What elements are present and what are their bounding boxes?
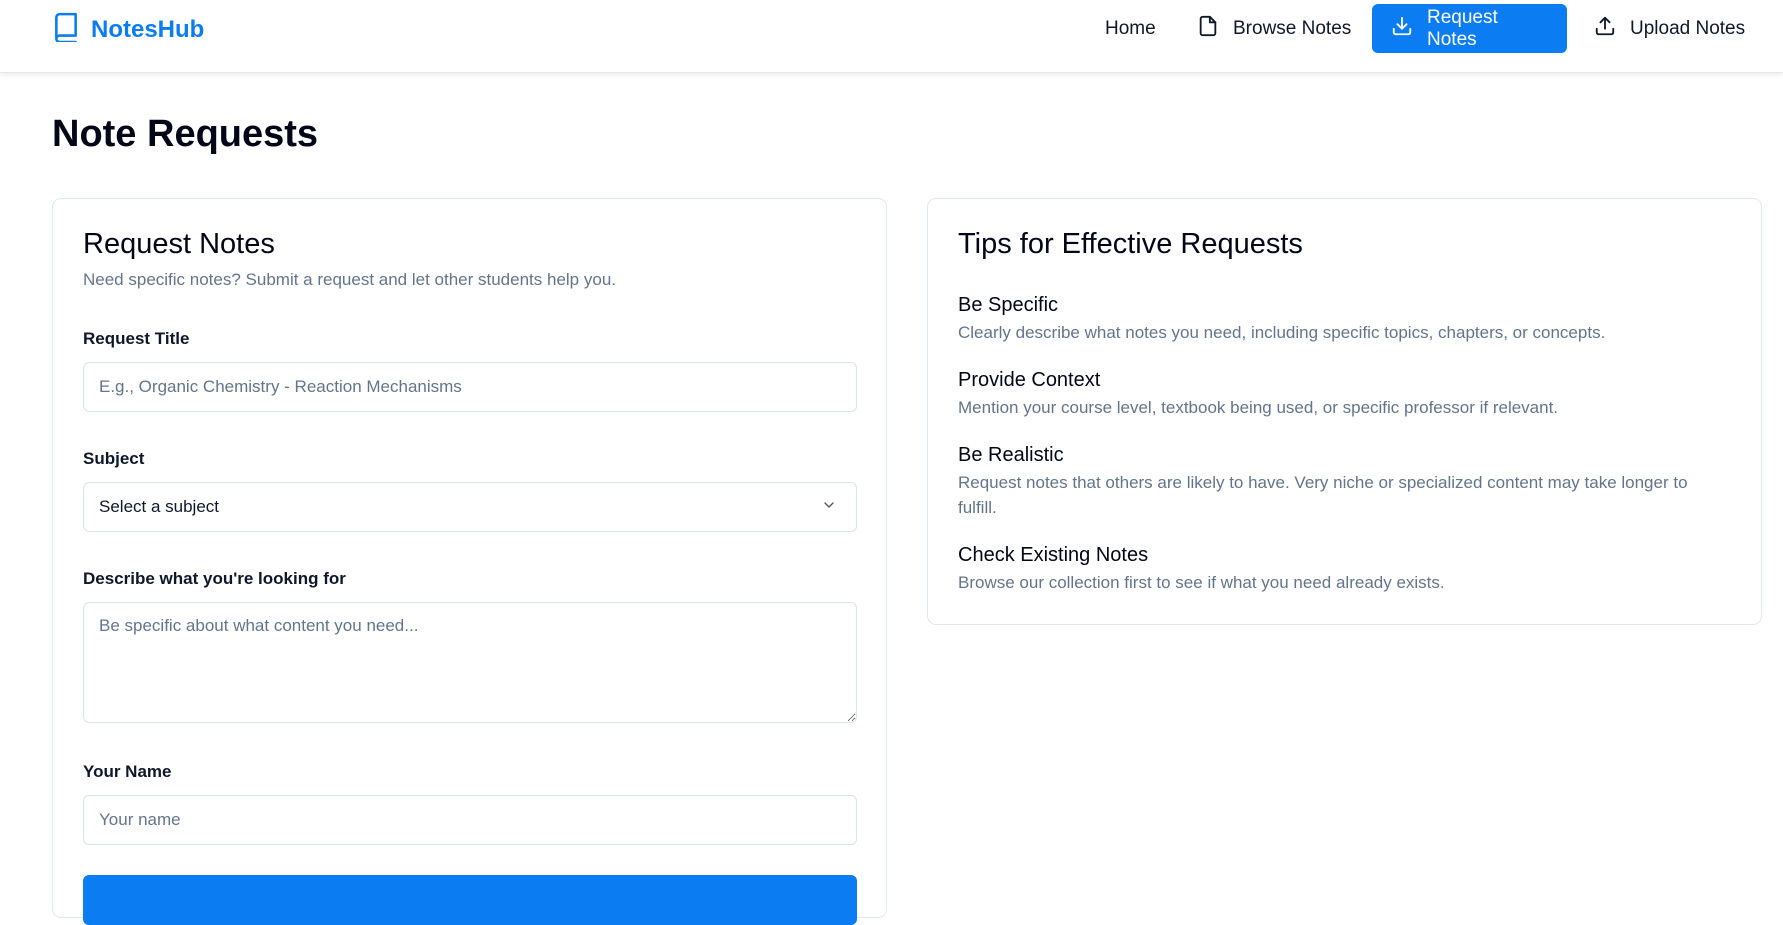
request-form-card: Request Notes Need specific notes? Submi… (52, 198, 887, 925)
your-name-label: Your Name (83, 762, 172, 781)
tip-heading: Provide Context (958, 369, 1101, 391)
your-name-input[interactable] (83, 795, 857, 845)
subject-select[interactable]: Select a subject (83, 482, 857, 532)
top-navbar: NotesHub Home Browse Notes Request Notes (0, 0, 1783, 73)
tip-text: Browse our collection first to see if wh… (958, 573, 1445, 592)
chevron-down-icon (821, 497, 841, 518)
request-title-label: Request Title (83, 329, 190, 348)
page-title: Note Requests (52, 113, 319, 155)
subject-select-value: Select a subject (99, 497, 220, 516)
tip-text: Mention your course level, textbook bein… (958, 398, 1559, 417)
nav-upload-notes-link[interactable]: Upload Notes (1575, 4, 1764, 53)
brand-name: NotesHub (91, 16, 205, 43)
nav-request-notes-link[interactable]: Request Notes (1372, 4, 1567, 53)
request-form-subtitle: Need specific notes? Submit a request an… (83, 270, 616, 289)
tips-card: Tips for Effective Requests Be Specific … (927, 198, 1762, 625)
tip-text: Clearly describe what notes you need, in… (958, 323, 1606, 342)
subject-label: Subject (83, 449, 145, 468)
request-title-input[interactable] (83, 362, 857, 412)
brand-logo[interactable]: NotesHub (53, 12, 204, 48)
download-icon (1391, 15, 1413, 43)
book-icon (53, 12, 79, 49)
nav-browse-notes-link[interactable]: Browse Notes (1178, 4, 1370, 53)
nav-upload-label: Upload Notes (1630, 17, 1746, 39)
nav-home-link[interactable]: Home (1086, 4, 1175, 53)
tip-text: Request notes that others are likely to … (958, 473, 1688, 517)
submit-request-button[interactable] (83, 875, 857, 925)
nav-browse-label: Browse Notes (1233, 17, 1352, 39)
description-textarea[interactable] (83, 602, 857, 723)
request-form-title: Request Notes (83, 228, 275, 260)
upload-icon (1594, 15, 1616, 43)
nav-request-label: Request Notes (1427, 6, 1498, 50)
description-label: Describe what you're looking for (83, 569, 346, 588)
file-icon (1197, 15, 1219, 43)
tip-heading: Be Specific (958, 294, 1059, 316)
tips-title: Tips for Effective Requests (958, 228, 1303, 260)
nav-home-label: Home (1105, 17, 1156, 39)
tip-heading: Be Realistic (958, 444, 1064, 466)
tip-heading: Check Existing Notes (958, 544, 1149, 566)
